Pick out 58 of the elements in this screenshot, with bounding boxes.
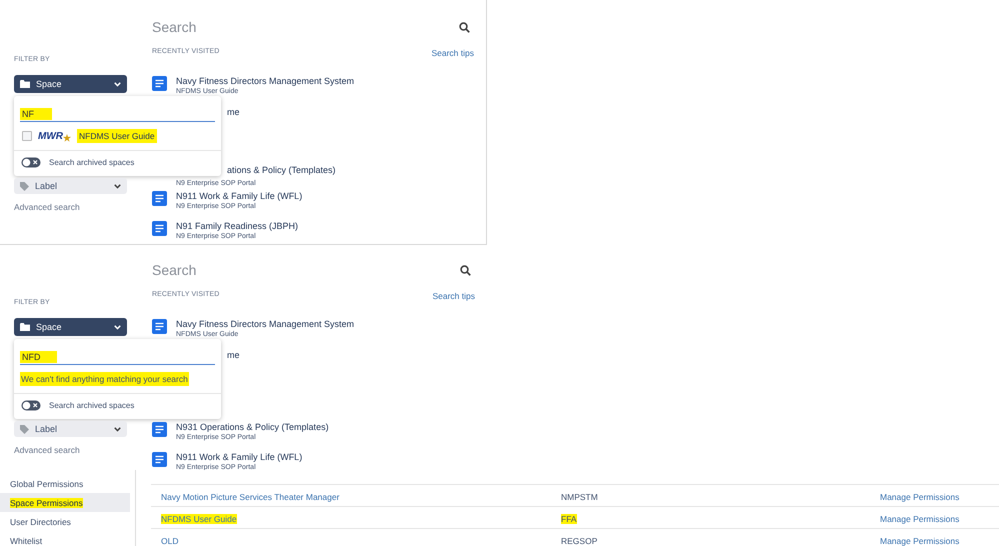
advanced-search-link[interactable]: Advanced search xyxy=(14,202,152,212)
result-title[interactable]: N911 Work & Family Life (WFL) xyxy=(176,451,302,463)
result-title[interactable]: Navy Fitness Directors Management System xyxy=(176,75,354,87)
result-title[interactable]: me xyxy=(227,349,240,361)
space-filter-button[interactable]: Space xyxy=(14,75,127,93)
sidebar-item[interactable]: Global Permissions xyxy=(0,474,130,493)
space-name-link[interactable]: NFDMS User Guide xyxy=(161,514,237,524)
space-key: FFA xyxy=(561,514,577,524)
result-title[interactable]: Navy Fitness Directors Management System xyxy=(176,318,354,330)
chevron-down-icon xyxy=(114,184,121,188)
manage-permissions-link[interactable]: Manage Permissions xyxy=(880,514,960,524)
space-name-link[interactable]: OLD xyxy=(161,536,178,546)
toggle-label: Search archived spaces xyxy=(49,158,134,167)
space-filter-button[interactable]: Space xyxy=(14,318,127,336)
search-tips-link[interactable]: Search tips xyxy=(432,291,475,309)
page-icon xyxy=(152,422,167,437)
tag-icon xyxy=(20,424,29,434)
search-field[interactable]: Search xyxy=(152,19,352,35)
manage-permissions-link[interactable]: Manage Permissions xyxy=(880,492,960,502)
space-key: NMPSTM xyxy=(561,492,598,502)
space-key: REGSOP xyxy=(561,536,598,546)
toggle-switch[interactable] xyxy=(21,157,41,168)
tag-icon xyxy=(20,182,29,190)
label-filter-button[interactable]: Label xyxy=(14,421,127,437)
page-icon xyxy=(152,76,167,91)
page-icon xyxy=(152,191,167,206)
space-logo: MWR xyxy=(38,130,71,142)
space-name-link[interactable]: Navy Motion Picture Services Theater Manager xyxy=(161,492,340,502)
sidebar-item[interactable]: Whitelist xyxy=(0,531,130,546)
search-field[interactable]: Search xyxy=(152,262,352,278)
space-search-field[interactable]: NFD xyxy=(20,351,57,363)
sidebar-item[interactable]: Space Permissions xyxy=(0,493,130,512)
label-filter-button[interactable]: Label xyxy=(14,178,127,194)
folder-icon xyxy=(20,323,30,331)
folder-icon xyxy=(20,80,30,88)
chevron-down-icon xyxy=(114,324,121,330)
page-icon xyxy=(152,452,167,467)
advanced-search-link[interactable]: Advanced search xyxy=(14,445,152,455)
space-option[interactable]: NFDMS User Guide xyxy=(77,129,157,143)
no-results-message: We can't find anything matching your search xyxy=(20,372,189,386)
space-search-field[interactable]: NF xyxy=(20,108,52,120)
result-title[interactable]: me xyxy=(227,106,336,118)
result-title[interactable]: N911 Work & Family Life (WFL) xyxy=(176,190,302,202)
result-title[interactable]: N931 Operations & Policy (Templates) xyxy=(176,421,329,433)
result-title[interactable]: ations & Policy (Templates) xyxy=(227,164,336,176)
chevron-down-icon xyxy=(114,426,121,432)
sidebar-item[interactable]: User Directories xyxy=(0,512,130,531)
page-icon xyxy=(152,221,167,236)
search-icon[interactable] xyxy=(460,264,471,276)
chevron-down-icon xyxy=(114,82,121,86)
page-icon xyxy=(152,319,167,334)
toggle-switch[interactable] xyxy=(21,400,41,411)
manage-permissions-link[interactable]: Manage Permissions xyxy=(880,536,960,546)
search-icon[interactable] xyxy=(459,22,470,32)
result-title[interactable]: N91 Family Readiness (JBPH) xyxy=(176,220,298,232)
search-tips-link[interactable]: Search tips xyxy=(431,48,474,66)
toggle-label: Search archived spaces xyxy=(49,401,134,410)
checkbox[interactable] xyxy=(22,131,32,141)
